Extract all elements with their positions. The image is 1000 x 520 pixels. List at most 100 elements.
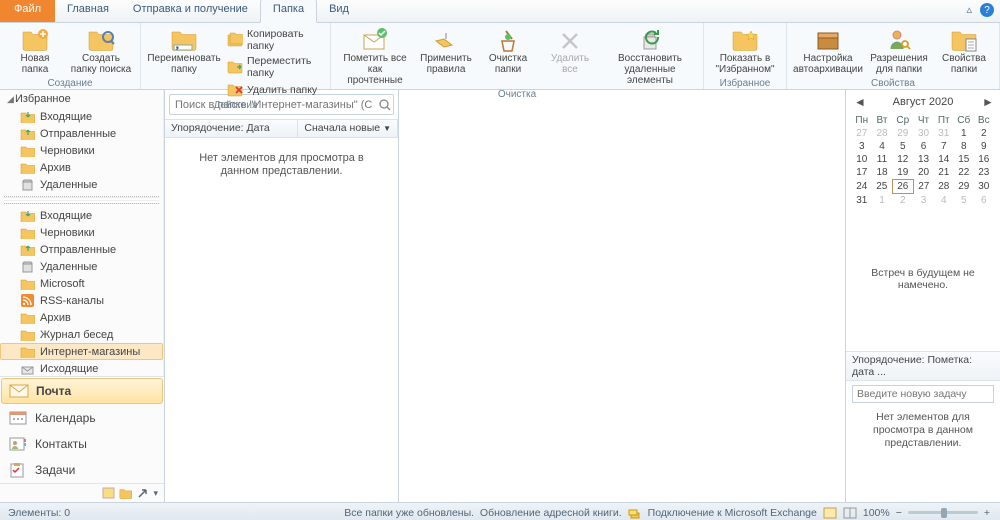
rename-folder-button[interactable]: Переименовать папку [147,25,221,99]
calendar-day[interactable]: 9 [974,140,994,153]
calendar-day[interactable]: 14 [934,153,954,166]
configure-buttons-icon[interactable]: ▾ [153,488,158,499]
cleanup-folder-button[interactable]: Очистка папки [479,25,537,88]
view-reading-icon[interactable] [843,507,857,519]
mark-all-read-button[interactable]: Пометить все как прочтенные [337,25,413,88]
calendar-day[interactable]: 28 [934,180,954,194]
favorite-item[interactable]: Удаленные [0,176,163,193]
calendar-day[interactable]: 23 [974,166,994,180]
favorite-item[interactable]: Входящие [0,108,163,125]
new-search-folder-button[interactable]: Создать папку поиска [68,25,134,77]
new-task-input[interactable] [852,385,994,403]
calendar-day[interactable]: 25 [872,180,893,194]
calendar-day[interactable]: 19 [892,166,913,180]
folder-properties-button[interactable]: Свойства папки [935,25,993,77]
view-normal-icon[interactable] [823,507,837,519]
folder-list-icon[interactable] [119,487,133,499]
tree-item[interactable]: Удаленные [0,258,163,275]
calendar-day[interactable]: 13 [913,153,934,166]
calendar-day[interactable]: 27 [913,180,934,194]
calendar-day[interactable]: 8 [954,140,974,153]
help-icon[interactable]: ? [980,3,994,17]
calendar-day[interactable]: 3 [852,140,872,153]
calendar-day[interactable]: 3 [913,194,934,208]
module-contacts[interactable]: Контакты [0,431,164,457]
calendar-day[interactable]: 22 [954,166,974,180]
tree-item[interactable]: Интернет-магазины [0,343,163,360]
next-month-button[interactable]: ► [982,95,992,109]
calendar-day[interactable]: 7 [934,140,954,153]
zoom-out-button[interactable]: − [896,507,902,519]
calendar-day[interactable]: 26 [892,180,913,194]
favorite-item[interactable]: Архив [0,159,163,176]
notes-icon[interactable] [102,487,116,499]
calendar-day[interactable]: 2 [892,194,913,208]
calendar-day[interactable]: 30 [913,127,934,140]
tree-item[interactable]: Входящие [0,207,163,224]
calendar-day[interactable]: 18 [872,166,893,180]
show-in-favorites-button[interactable]: Показать в "Избранном" [710,25,780,77]
tree-item[interactable]: RSS-каналы [0,292,163,309]
tree-item[interactable]: Microsoft [0,275,163,292]
calendar-day[interactable]: 29 [892,127,913,140]
calendar-day[interactable]: 16 [974,153,994,166]
tree-item[interactable]: Черновики [0,224,163,241]
tasks-sort-header[interactable]: Упорядочение: Пометка: дата ... [846,351,1000,381]
delete-folder-button[interactable]: Удалить папку [225,81,324,99]
sort-order-button[interactable]: Сначала новые ▼ [298,120,398,137]
calendar-day[interactable]: 24 [852,180,872,194]
calendar-day[interactable]: 11 [872,153,893,166]
calendar-day[interactable]: 4 [872,140,893,153]
calendar-day[interactable]: 31 [934,127,954,140]
module-tasks[interactable]: Задачи [0,457,164,483]
favorite-item[interactable]: Отправленные [0,125,163,142]
calendar-day[interactable]: 21 [934,166,954,180]
tab-sendreceive[interactable]: Отправка и получение [121,0,260,22]
calendar-day[interactable]: 28 [872,127,893,140]
tree-item[interactable]: Архив [0,309,163,326]
tree-item[interactable]: Отправленные [0,241,163,258]
calendar-day[interactable]: 1 [872,194,893,208]
sort-by-button[interactable]: Упорядочение: Дата [165,120,298,137]
zoom-in-button[interactable]: + [984,507,990,519]
tab-file[interactable]: Файл [0,0,55,22]
run-rules-button[interactable]: Применить правила [417,25,475,88]
calendar-day[interactable]: 20 [913,166,934,180]
calendar-day[interactable]: 17 [852,166,872,180]
calendar-day[interactable]: 5 [892,140,913,153]
prev-month-button[interactable]: ◄ [854,95,864,109]
tree-item[interactable]: Исходящие [0,360,163,376]
module-calendar[interactable]: Календарь [0,405,164,431]
calendar-day[interactable]: 5 [954,194,974,208]
folder-permissions-button[interactable]: Разрешения для папки [867,25,931,77]
zoom-slider[interactable] [908,511,978,514]
calendar-day[interactable]: 12 [892,153,913,166]
calendar-day[interactable]: 31 [852,194,872,208]
tab-home[interactable]: Главная [55,0,121,22]
autoarchive-settings-button[interactable]: Настройка автоархивации [793,25,863,77]
calendar-day[interactable]: 6 [913,140,934,153]
calendar-day[interactable]: 1 [954,127,974,140]
calendar-day[interactable]: 27 [852,127,872,140]
move-folder-button[interactable]: Переместить папку [225,54,324,80]
calendar-day[interactable]: 29 [954,180,974,194]
calendar-day[interactable]: 10 [852,153,872,166]
tab-view[interactable]: Вид [317,0,361,22]
shortcuts-icon[interactable] [136,487,150,499]
recover-deleted-button[interactable]: Восстановить удаленные элементы [603,25,697,88]
new-folder-button[interactable]: Новая папка [6,25,64,77]
navigation-pane: ◢Избранное ВходящиеОтправленныеЧерновики… [0,90,165,502]
favorite-item[interactable]: Черновики [0,142,163,159]
calendar-day[interactable]: 6 [974,194,994,208]
tab-folder[interactable]: Папка [260,0,317,23]
minimize-ribbon-icon[interactable]: ▵ [966,3,972,17]
tree-item[interactable]: Журнал бесед [0,326,163,343]
module-mail[interactable]: Почта [1,378,163,404]
copy-folder-button[interactable]: Копировать папку [225,27,324,53]
empty-message: Нет элементов для просмотра в данном пре… [165,138,398,192]
calendar-day[interactable]: 2 [974,127,994,140]
calendar-day[interactable]: 30 [974,180,994,194]
favorites-header[interactable]: ◢Избранное [0,90,163,108]
calendar-day[interactable]: 15 [954,153,974,166]
calendar-day[interactable]: 4 [934,194,954,208]
